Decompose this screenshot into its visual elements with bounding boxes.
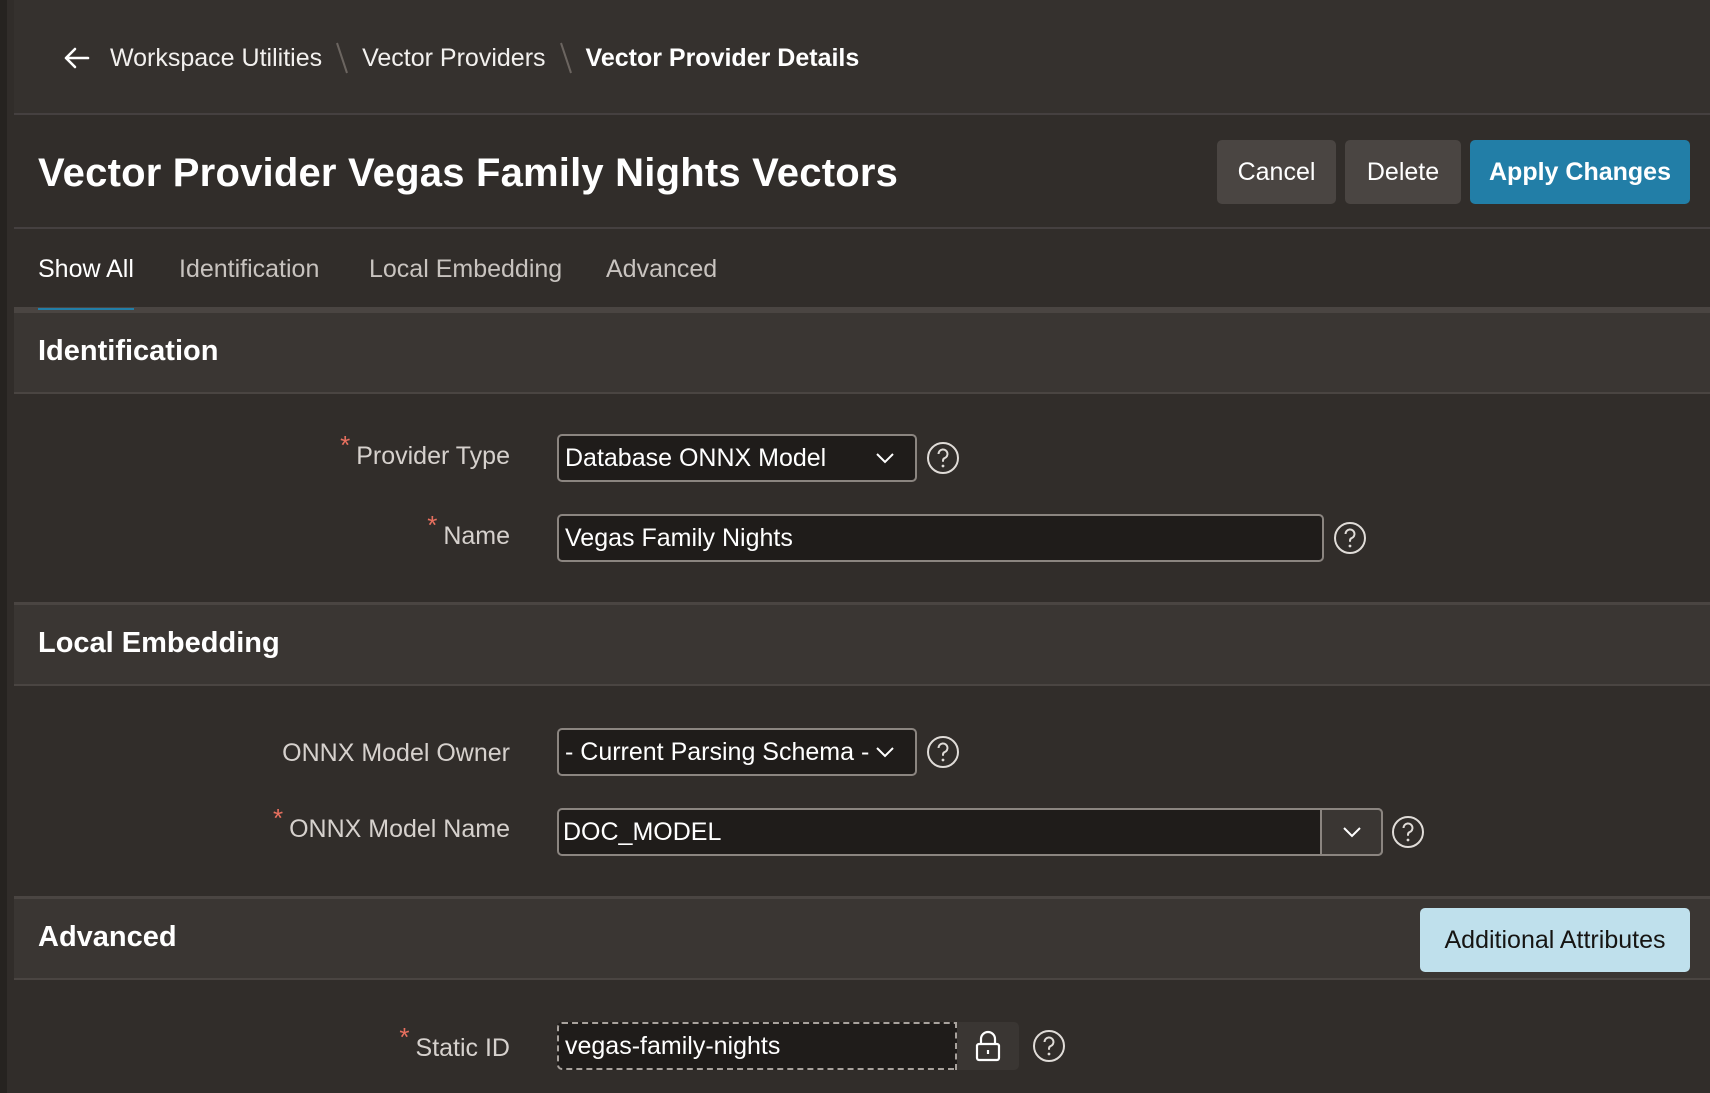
breadcrumb-current: Vector Provider Details	[585, 43, 860, 72]
field-label: ONNX Model Name	[289, 815, 510, 843]
input-value: DOC_MODEL	[563, 817, 722, 846]
page-title: Vector Provider Vegas Family Nights Vect…	[38, 151, 899, 195]
section-title: Advanced	[38, 921, 177, 953]
section-body-local-embedding: ONNX Model Owner - Current Parsing Schem…	[14, 686, 1710, 896]
section-title: Identification	[38, 335, 219, 367]
chevron-down-icon	[876, 453, 894, 464]
onnx-model-owner-label: ONNX Model Owner	[282, 739, 510, 768]
select-value: - Current Parsing Schema -	[565, 737, 870, 766]
required-marker: *	[340, 430, 351, 460]
field-label: Provider Type	[356, 442, 510, 470]
field-label: ONNX Model Owner	[282, 739, 510, 767]
input-value: Vegas Family Nights	[565, 523, 793, 552]
arrow-left-icon	[64, 47, 90, 69]
apply-changes-button[interactable]: Apply Changes	[1470, 140, 1690, 204]
required-marker: *	[427, 510, 438, 540]
tab-local-embedding[interactable]: Local Embedding	[369, 229, 562, 310]
field-label: Static ID	[415, 1034, 510, 1062]
question-circle-icon[interactable]	[926, 735, 960, 769]
field-label: Name	[443, 522, 510, 550]
cancel-button[interactable]: Cancel	[1217, 140, 1336, 204]
onnx-model-owner-select[interactable]: - Current Parsing Schema -	[557, 728, 917, 776]
static-id-label: * Static ID	[399, 1022, 510, 1063]
list-of-values-button[interactable]	[1320, 808, 1383, 856]
static-id-input[interactable]: vegas-family-nights	[557, 1022, 957, 1070]
page-header: Vector Provider Vegas Family Nights Vect…	[14, 115, 1710, 229]
breadcrumb-item-workspace-utilities[interactable]: Workspace Utilities	[110, 44, 322, 73]
section-body-advanced: * Static ID vegas-family-nights	[14, 980, 1710, 1093]
additional-attributes-button[interactable]: Additional Attributes	[1420, 908, 1690, 972]
delete-button[interactable]: Delete	[1345, 140, 1461, 204]
tab-bar: Show All Identification Local Embedding …	[14, 229, 1710, 313]
slash-separator-icon	[322, 40, 362, 76]
required-marker: *	[272, 803, 284, 833]
tab-advanced[interactable]: Advanced	[606, 229, 717, 310]
breadcrumb-item-vector-providers[interactable]: Vector Providers	[362, 44, 545, 73]
provider-type-select[interactable]: Database ONNX Model	[557, 434, 917, 482]
section-header-advanced: Advanced Additional Attributes	[14, 896, 1710, 980]
lock-icon	[975, 1030, 1001, 1062]
onnx-model-name-label: * ONNX Model Name	[273, 803, 510, 844]
section-header-local-embedding: Local Embedding	[14, 602, 1710, 686]
lock-button[interactable]	[957, 1022, 1019, 1070]
name-label: * Name	[427, 510, 510, 551]
slash-separator-icon	[546, 40, 586, 76]
required-marker: *	[399, 1022, 410, 1052]
input-value: vegas-family-nights	[565, 1031, 781, 1060]
onnx-model-name-input[interactable]: DOC_MODEL	[557, 808, 1383, 856]
question-circle-icon[interactable]	[926, 441, 960, 475]
chevron-down-icon	[876, 747, 894, 758]
name-input[interactable]: Vegas Family Nights	[557, 514, 1324, 562]
question-circle-icon[interactable]	[1032, 1029, 1066, 1063]
app-frame: Workspace Utilities Vector Providers Vec…	[0, 0, 1710, 1093]
tab-show-all[interactable]: Show All	[38, 229, 134, 313]
provider-type-label: * Provider Type	[340, 430, 510, 471]
section-header-identification: Identification	[14, 310, 1710, 394]
tab-identification[interactable]: Identification	[179, 229, 319, 310]
chevron-down-icon	[1342, 827, 1361, 838]
question-circle-icon[interactable]	[1333, 521, 1367, 555]
select-value: Database ONNX Model	[565, 443, 827, 472]
section-body-identification: * Provider Type Database ONNX Model * Name…	[14, 394, 1710, 602]
breadcrumb-bar: Workspace Utilities Vector Providers Vec…	[14, 0, 1710, 115]
back-button[interactable]	[54, 38, 100, 78]
question-circle-icon[interactable]	[1391, 815, 1425, 849]
section-title: Local Embedding	[38, 627, 280, 659]
breadcrumb: Workspace Utilities Vector Providers Vec…	[110, 40, 859, 76]
